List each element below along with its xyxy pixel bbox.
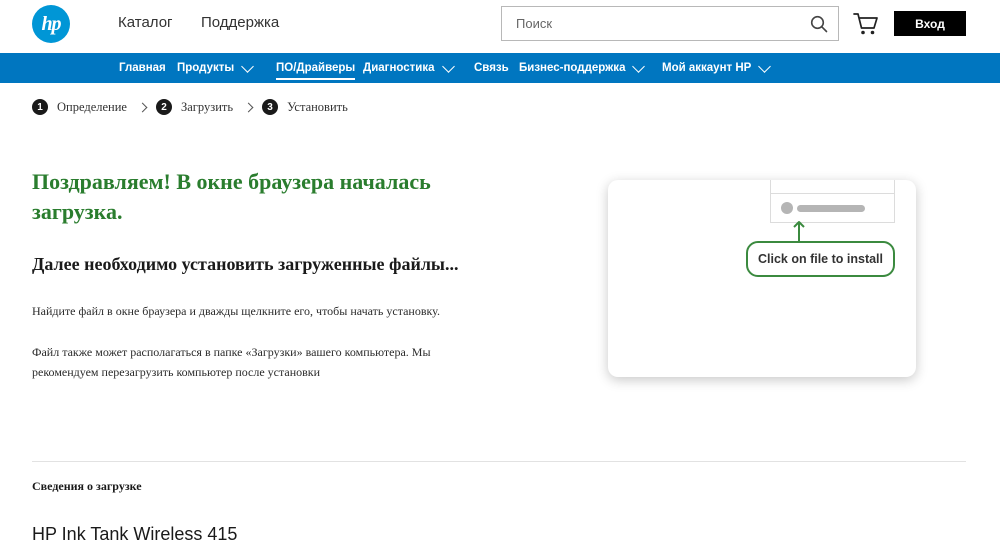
main-nav: Главная Продукты ПО/Драйверы Диагностика… [0, 53, 1000, 83]
install-illustration: Click on file to install [608, 180, 916, 377]
chevron-down-icon [441, 59, 455, 73]
nav-item-diagnostics[interactable]: Диагностика [363, 53, 455, 83]
search-input[interactable] [502, 7, 792, 40]
progress-stepper: 1 Определение 2 Загрузить 3 Установить [32, 98, 348, 116]
product-name: HP Ink Tank Wireless 415 [32, 524, 238, 544]
nav-item-products[interactable]: Продукты [177, 53, 255, 83]
chevron-right-icon [243, 102, 254, 112]
site-header: hp Каталог Поддержка Вход [0, 0, 1000, 53]
install-hint-pill: Click on file to install [746, 241, 895, 277]
step-label-install: Установить [287, 99, 348, 114]
nav-item-software-drivers[interactable]: ПО/Драйверы [276, 53, 356, 83]
catalog-link[interactable]: Каталог [118, 14, 173, 31]
step-number: 2 [155, 99, 172, 115]
download-details-heading: Сведения о загрузке [32, 479, 142, 493]
hp-logo[interactable]: hp [32, 5, 70, 43]
step-number: 1 [32, 99, 48, 115]
step-label-identify: Определение [57, 99, 127, 114]
downloads-folder-note: Файл также может располагаться в папке «… [32, 345, 431, 379]
nav-item-my-account[interactable]: Мой аккаунт HP [662, 53, 772, 83]
page-title: Поздравляем! В окне браузера началась за… [32, 169, 431, 224]
nav-item-contact[interactable]: Связь [474, 53, 509, 83]
search-box [501, 6, 839, 41]
cart-icon[interactable] [853, 12, 879, 36]
nav-item-home[interactable]: Главная [119, 53, 166, 83]
chevron-down-icon [758, 59, 772, 73]
nav-item-business-support[interactable]: Бизнес-поддержка [519, 53, 646, 83]
file-name-placeholder [797, 205, 865, 212]
arrow-up-icon [793, 221, 805, 242]
step-number: 3 [262, 99, 279, 115]
search-icon[interactable] [810, 15, 828, 33]
page-subtitle: Далее необходимо установить загруженные … [32, 254, 459, 274]
chevron-right-icon [137, 102, 148, 112]
file-dot-icon [781, 202, 793, 214]
support-link[interactable]: Поддержка [201, 14, 279, 31]
login-button[interactable]: Вход [894, 11, 966, 36]
panel-divider [771, 193, 894, 194]
instruction-text: Найдите файл в окне браузера и дважды ще… [32, 304, 440, 318]
step-label-download: Загрузить [180, 99, 234, 114]
section-divider [32, 461, 966, 462]
chevron-down-icon [241, 59, 255, 73]
browser-downloads-panel [770, 180, 895, 223]
chevron-down-icon [632, 59, 646, 73]
